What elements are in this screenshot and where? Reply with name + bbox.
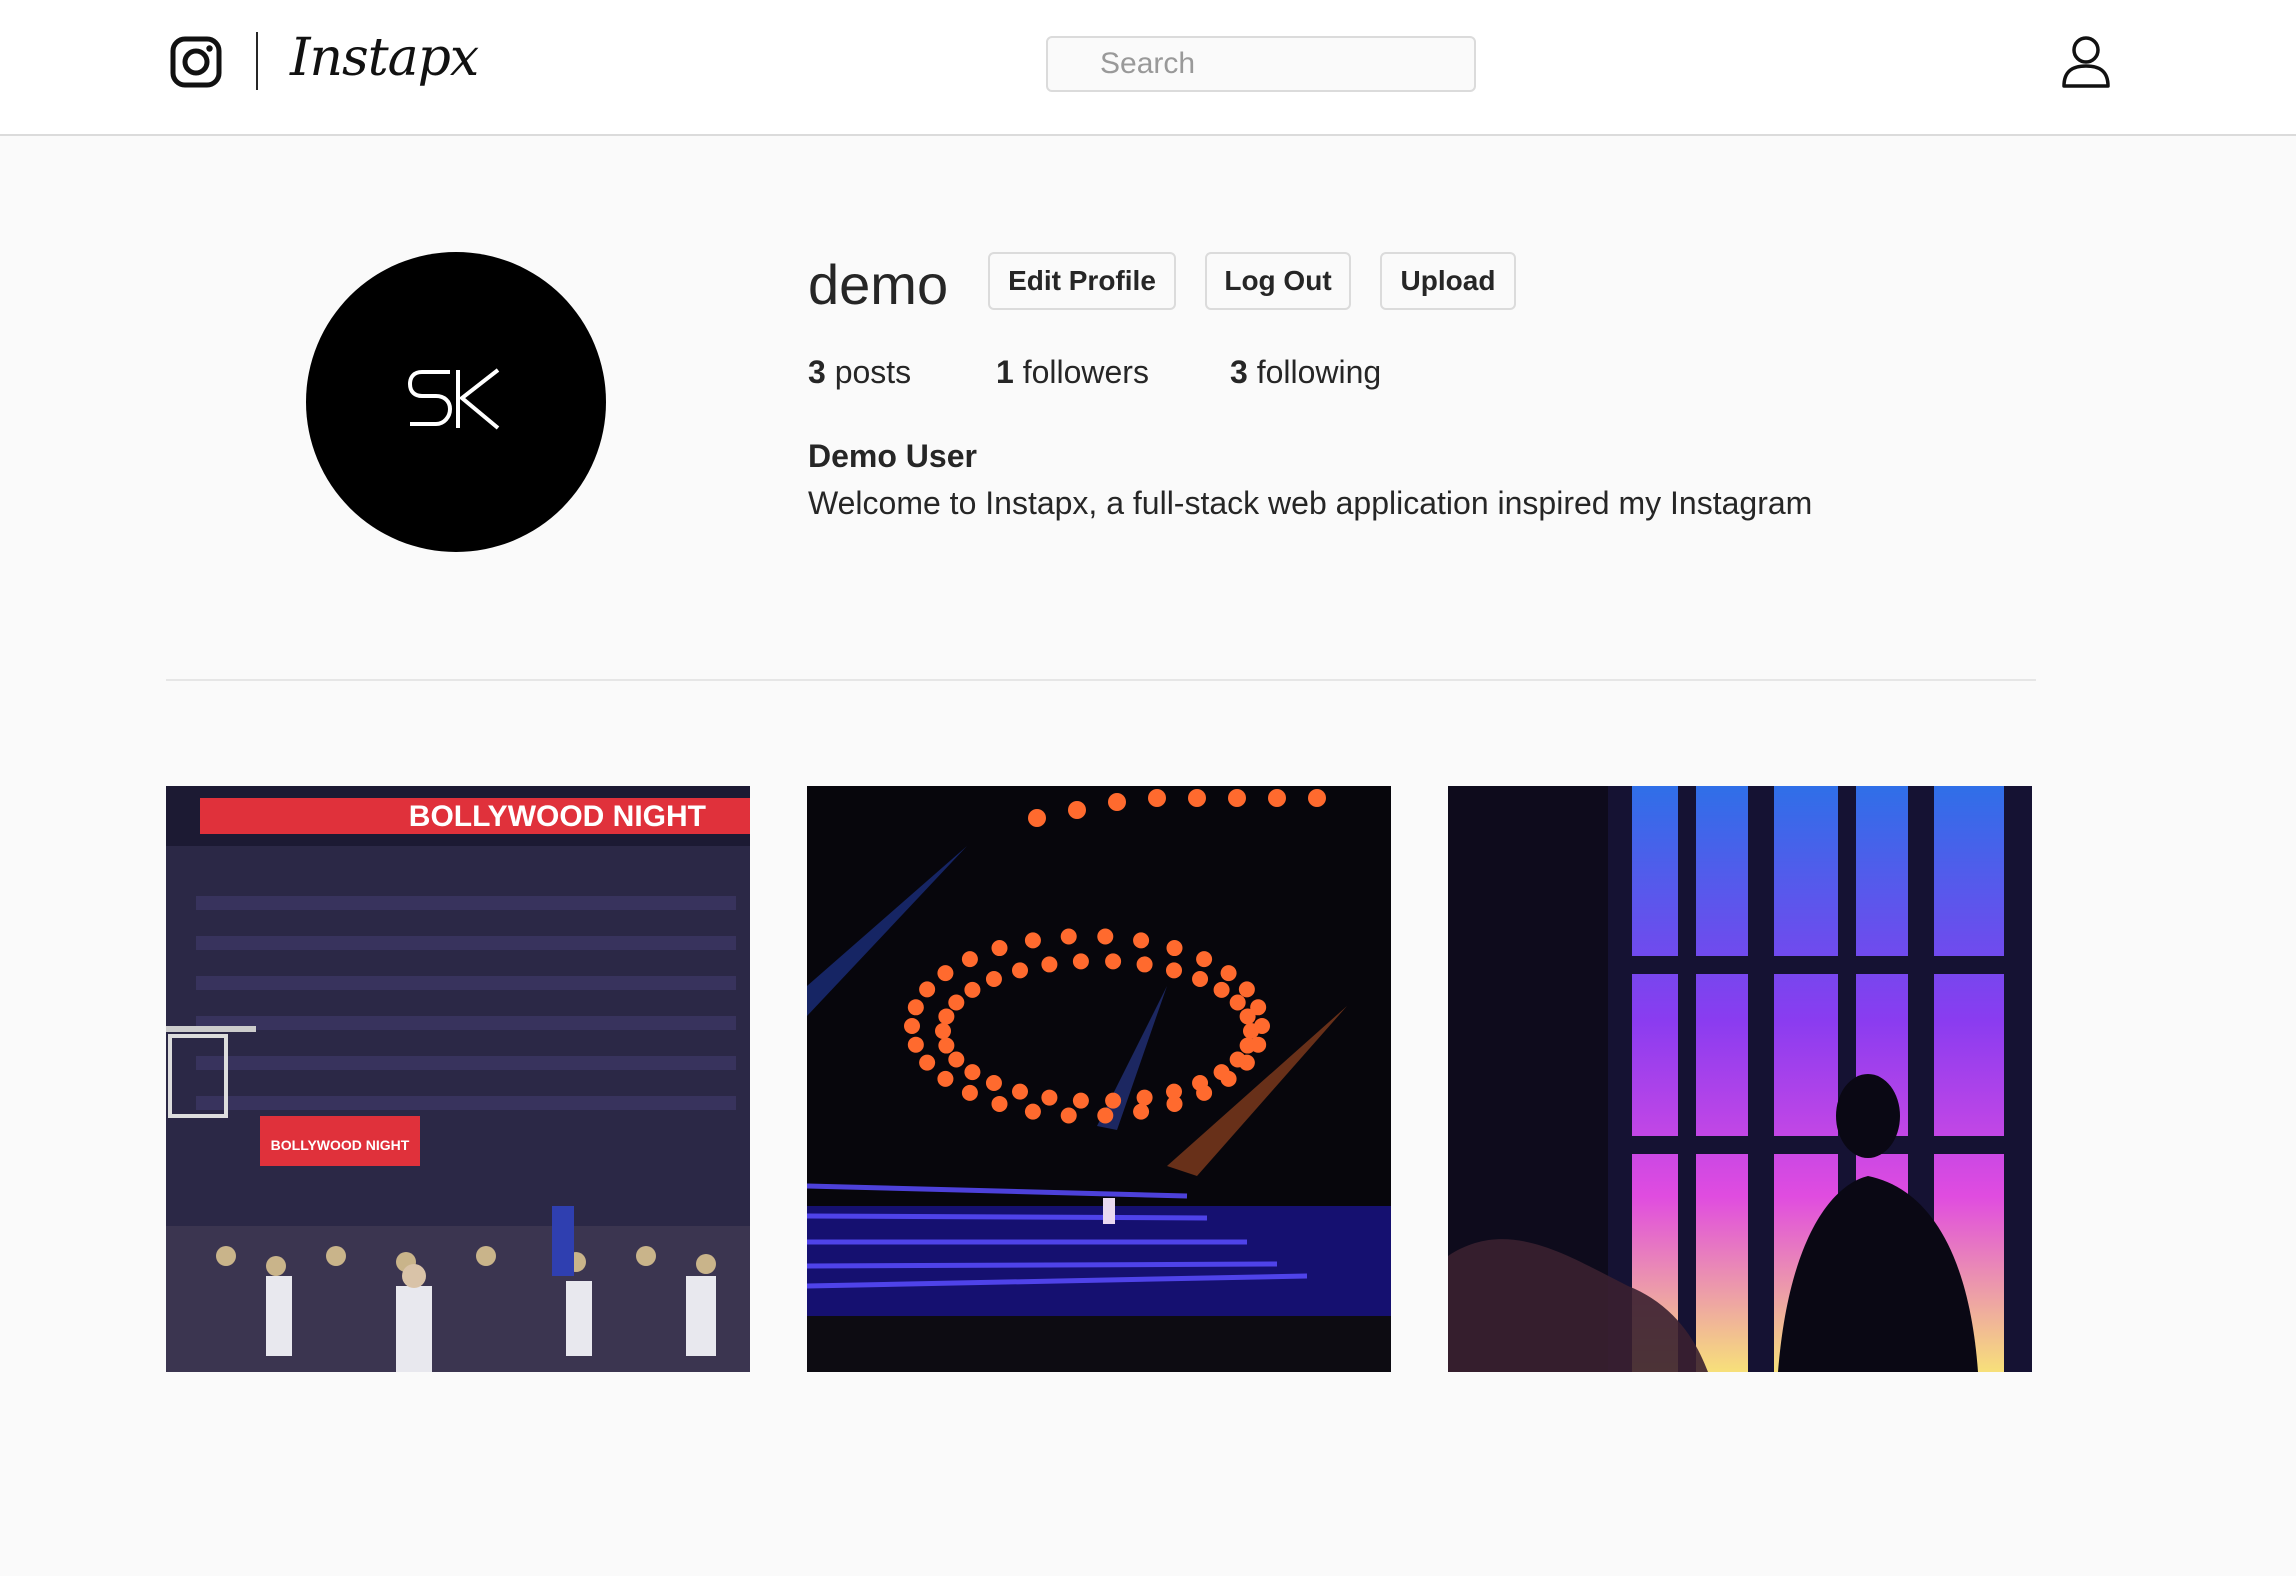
- stage-light-dot: [907, 999, 924, 1016]
- stage-light-dot: [1229, 994, 1246, 1011]
- stage-light-dot: [1041, 956, 1058, 973]
- stage-light-dot: [1024, 1103, 1041, 1120]
- stage-light-dot: [985, 1075, 1002, 1092]
- following-label: following: [1256, 354, 1382, 390]
- following-count: 3: [1230, 354, 1248, 390]
- stage-light-dot: [1229, 1051, 1246, 1068]
- search-input[interactable]: [1046, 36, 1476, 92]
- stage-light-dot: [1068, 801, 1086, 819]
- stage-light-dot: [948, 1051, 965, 1068]
- user-profile-icon[interactable]: [2060, 34, 2112, 88]
- stage-light-dot: [1072, 1092, 1089, 1109]
- stage-light-dot: [919, 1054, 936, 1071]
- stage-light-dot: [1060, 928, 1077, 945]
- stage-light-dot: [1239, 1008, 1256, 1025]
- stage-light-dot: [1228, 789, 1246, 807]
- stage-light-dot: [1133, 1103, 1150, 1120]
- post-thumbnail[interactable]: BOLLYWOOD NIGHT BOLLYWOOD NIGHT: [166, 786, 750, 1372]
- stage-light-dot: [1220, 965, 1237, 982]
- stage-light-dot: [961, 951, 978, 968]
- profile-username: demo: [808, 253, 949, 316]
- stage-light-dot: [938, 1008, 955, 1025]
- stage-light-dot: [1097, 1107, 1114, 1124]
- stage-light-dot: [937, 965, 954, 982]
- log-out-button[interactable]: Log Out: [1205, 252, 1351, 310]
- logo-divider: [256, 32, 258, 90]
- post-thumbnail[interactable]: [1448, 786, 2032, 1372]
- stained-window-silhouette-photo: [1448, 786, 2032, 1372]
- stage-light-dot: [1192, 970, 1209, 987]
- stage-light-dot: [1192, 1075, 1209, 1092]
- post-thumbnail[interactable]: [807, 786, 1391, 1372]
- profile-bio: Welcome to Instapx, a full-stack web app…: [808, 485, 1813, 521]
- stage-light-dot: [991, 1095, 1008, 1112]
- stage-light-dot: [1105, 1092, 1122, 1109]
- stage-light-dot: [964, 981, 981, 998]
- top-navigation-bar: Instapx: [0, 0, 2296, 136]
- stage-light-dot: [1166, 962, 1182, 979]
- stage-light-dot: [1028, 809, 1046, 827]
- stage-light-dot: [1105, 953, 1122, 970]
- stage-light-dot: [938, 1037, 955, 1054]
- stage-light-dot: [1012, 1083, 1028, 1100]
- stage-light-dot: [985, 970, 1002, 987]
- stage-light-dot: [1136, 956, 1153, 973]
- stage-light-dot: [1133, 932, 1150, 949]
- stage-light-dot: [907, 1036, 924, 1053]
- stat-posts: 3 posts: [808, 350, 911, 394]
- stage-light-dot: [964, 1064, 981, 1081]
- stage-light-dot: [1136, 1089, 1153, 1106]
- profile-full-name: Demo User: [808, 438, 977, 474]
- section-divider: [166, 679, 2036, 681]
- instagram-camera-icon[interactable]: [170, 36, 222, 88]
- stage-light-dot: [948, 994, 965, 1011]
- stage-light-dot: [1024, 932, 1041, 949]
- stage-light-dot: [1196, 951, 1213, 968]
- stage-light-dot: [1308, 789, 1326, 807]
- stage-light-dot: [1213, 981, 1230, 998]
- courtside-banner-text: BOLLYWOOD NIGHT: [271, 1137, 410, 1153]
- upload-button[interactable]: Upload: [1380, 252, 1516, 310]
- stage-light-dot: [1268, 789, 1286, 807]
- stage-light-dot: [1012, 962, 1028, 979]
- arena-banner-text: BOLLYWOOD NIGHT: [409, 800, 706, 833]
- stage-light-dot: [1239, 1037, 1256, 1054]
- stage-light-dot: [991, 940, 1008, 957]
- sk-monogram-logo: [407, 368, 500, 430]
- stage-light-dot: [961, 1084, 978, 1101]
- edit-profile-button[interactable]: Edit Profile: [988, 252, 1176, 310]
- stage-light-dot: [1243, 1023, 1259, 1039]
- stage-light-dot: [919, 981, 936, 998]
- stage-light-dot: [1188, 789, 1206, 807]
- followers-count: 1: [996, 354, 1014, 390]
- stage-light-dot: [1166, 940, 1183, 957]
- concert-stage-photo: [807, 786, 1391, 1372]
- brand-logo-text[interactable]: Instapx: [290, 26, 479, 90]
- stage-light-dot: [1097, 928, 1114, 945]
- posts-count: 3: [808, 354, 826, 390]
- stage-light-dot: [1148, 789, 1166, 807]
- stage-light-dot: [1041, 1089, 1058, 1106]
- stat-followers[interactable]: 1 followers: [996, 350, 1149, 394]
- stage-light-dot: [904, 1018, 920, 1034]
- stage-light-dot: [1238, 981, 1255, 998]
- stage-light-dot: [1108, 793, 1126, 811]
- stage-light-dot: [1213, 1064, 1230, 1081]
- stage-light-dot: [935, 1023, 951, 1039]
- followers-label: followers: [1022, 354, 1149, 390]
- stat-following[interactable]: 3 following: [1230, 350, 1381, 394]
- stage-light-dot: [1166, 1083, 1182, 1100]
- basketball-arena-photo: BOLLYWOOD NIGHT BOLLYWOOD NIGHT: [166, 786, 750, 1372]
- stage-light-dot: [1072, 953, 1089, 970]
- stage-light-dot: [937, 1070, 954, 1087]
- stage-light-dot: [1060, 1107, 1077, 1124]
- posts-label: posts: [834, 354, 912, 390]
- profile-avatar[interactable]: [306, 252, 606, 552]
